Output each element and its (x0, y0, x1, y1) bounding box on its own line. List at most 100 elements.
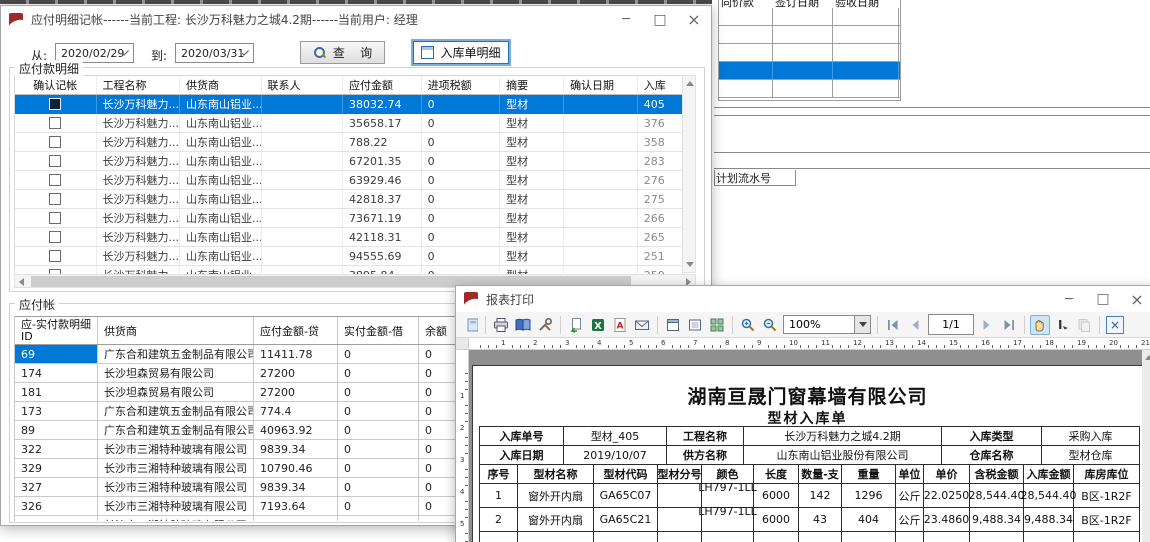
text-select-icon[interactable]: I (1052, 315, 1072, 335)
cell: 0 (422, 209, 501, 227)
query-button[interactable]: 查 询 (300, 41, 385, 64)
ruler-tick (465, 373, 468, 374)
confirm-checkbox[interactable] (49, 212, 61, 224)
preview-vertical-scrollbar[interactable] (1142, 350, 1150, 542)
cell: 山东南山铝业... (180, 133, 262, 151)
zoom-out-icon[interactable] (760, 315, 780, 335)
close-preview-icon[interactable]: × (1105, 315, 1125, 335)
chevron-down-icon[interactable] (854, 316, 870, 333)
confirm-checkbox[interactable] (49, 117, 61, 129)
svg-text:A: A (617, 321, 624, 331)
table-row[interactable] (719, 8, 900, 26)
tools-icon[interactable] (535, 315, 555, 335)
ruler-tick (880, 345, 881, 348)
first-page-icon[interactable] (883, 315, 903, 335)
cell: 27200 (254, 383, 338, 401)
confirm-checkbox[interactable] (49, 193, 61, 205)
table-row[interactable]: 长沙万科魅力...山东南山铝业...94555.690型材251 (15, 247, 683, 266)
table-row[interactable]: 长沙万科魅力...山东南山铝业...3895.840型材250 (15, 266, 683, 274)
report-info-table: 入库单号型材_405工程名称长沙万科魅力之城4.2期入库类型采购入库入库日期20… (479, 426, 1140, 465)
scroll-up-icon[interactable] (686, 81, 694, 86)
column-header: 库房库位 (1074, 465, 1140, 484)
cell: 9839.34 (254, 478, 338, 496)
print-preview-area[interactable]: 湖南亘晟门窗幕墙有限公司 型材入库单 入库单号型材_405工程名称长沙万科魅力之… (469, 350, 1150, 542)
ruler-tick (465, 381, 468, 382)
ruler-tick (752, 345, 753, 348)
page-single-icon[interactable] (663, 315, 683, 335)
table-row[interactable] (719, 44, 900, 62)
table-row[interactable]: 长沙万科魅力...山东南山铝业...42118.310型材265 (15, 228, 683, 247)
page-number-box[interactable]: 1/1 (928, 314, 974, 335)
cell (564, 114, 638, 132)
close-button[interactable]: × (1120, 286, 1150, 312)
cell (480, 532, 518, 542)
confirm-checkbox[interactable] (49, 155, 61, 167)
ruler-number: 20 (1109, 340, 1118, 347)
hand-icon[interactable] (1030, 315, 1050, 335)
page-multi-icon[interactable] (707, 315, 727, 335)
cell (658, 508, 702, 532)
mail-icon[interactable] (632, 315, 652, 335)
ruler-tick (1024, 345, 1025, 348)
ruler-tick (784, 345, 785, 348)
next-page-icon[interactable] (977, 315, 997, 335)
report-window-titlebar[interactable]: 报表打印 ─ □ × (456, 286, 1150, 312)
ruler-tick (544, 345, 545, 348)
to-date-combo[interactable]: 2020/03/31 (175, 43, 254, 63)
table-row[interactable]: 长沙万科魅力...山东南山铝业...63929.460型材276 (15, 171, 683, 190)
maximize-button[interactable]: □ (643, 6, 677, 33)
inbound-detail-button[interactable]: 入库单明细 (413, 41, 509, 64)
table-row[interactable] (719, 62, 900, 80)
pdf-icon[interactable]: A (610, 315, 630, 335)
zoom-in-icon[interactable] (738, 315, 758, 335)
table-row[interactable]: 长沙万科魅力...山东南山铝业...73671.190型材266 (15, 209, 683, 228)
page-double-icon[interactable] (685, 315, 705, 335)
scroll-up-icon[interactable] (1145, 355, 1150, 360)
close-button[interactable]: × (677, 6, 711, 33)
info-label: 供方名称 (667, 446, 744, 465)
table-row[interactable] (719, 26, 900, 44)
cell: 174 (15, 364, 98, 382)
minimize-button[interactable]: ─ (609, 6, 643, 33)
cell: 长沙市三湘特种玻璃有限公司 (98, 440, 254, 458)
cell: 型材 (500, 209, 564, 227)
cell: 型材 (500, 266, 564, 274)
confirm-checkbox[interactable] (49, 231, 61, 243)
book-icon[interactable] (513, 315, 533, 335)
scroll-left-icon[interactable] (19, 278, 24, 286)
cell (15, 247, 97, 265)
table-row[interactable]: 长沙万科魅力...山东南山铝业...67201.350型材283 (15, 152, 683, 171)
cell: 山东南山铝业... (180, 152, 262, 170)
window1-titlebar[interactable]: 应付明细记帐------当前工程: 长沙万科魅力之城4.2期------当前用户… (1, 6, 711, 33)
cell: 长沙万科魅力... (97, 95, 180, 113)
app-icon (9, 13, 23, 27)
export-icon[interactable] (566, 315, 586, 335)
table1-vertical-scrollbar[interactable] (682, 75, 696, 273)
toolbar-separator (877, 316, 878, 334)
cell: 长沙万科魅力... (97, 209, 180, 227)
cell: 283 (638, 152, 683, 170)
table-row[interactable]: 长沙万科魅力...山东南山铝业...42818.370型材275 (15, 190, 683, 209)
prev-page-icon[interactable] (905, 315, 925, 335)
confirm-checkbox[interactable] (49, 250, 61, 262)
confirm-checkbox[interactable] (49, 98, 61, 110)
ruler-tick (656, 345, 657, 348)
zoom-level-select[interactable]: 100% (783, 315, 871, 334)
copy-icon[interactable] (1074, 315, 1094, 335)
print-icon[interactable] (491, 315, 511, 335)
last-page-icon[interactable] (999, 315, 1019, 335)
maximize-button[interactable]: □ (1086, 286, 1120, 312)
excel-icon[interactable]: X (588, 315, 608, 335)
table-row[interactable]: 长沙万科魅力...山东南山铝业...35658.170型材376 (15, 114, 683, 133)
cell (15, 516, 98, 521)
table-row[interactable] (719, 80, 900, 98)
minimize-button[interactable]: ─ (1052, 286, 1086, 312)
report-partial-icon[interactable] (460, 315, 480, 335)
ruler-number: 2 (460, 425, 464, 432)
table-row[interactable]: 长沙万科魅力...山东南山铝业...788.220型材358 (15, 133, 683, 152)
table-row[interactable]: 长沙万科魅力...山东南山铝业...38032.740型材405 (15, 95, 683, 114)
scroll-down-icon[interactable] (686, 262, 694, 267)
confirm-checkbox[interactable] (49, 174, 61, 186)
confirm-checkbox[interactable] (49, 136, 61, 148)
divider (714, 152, 1150, 153)
